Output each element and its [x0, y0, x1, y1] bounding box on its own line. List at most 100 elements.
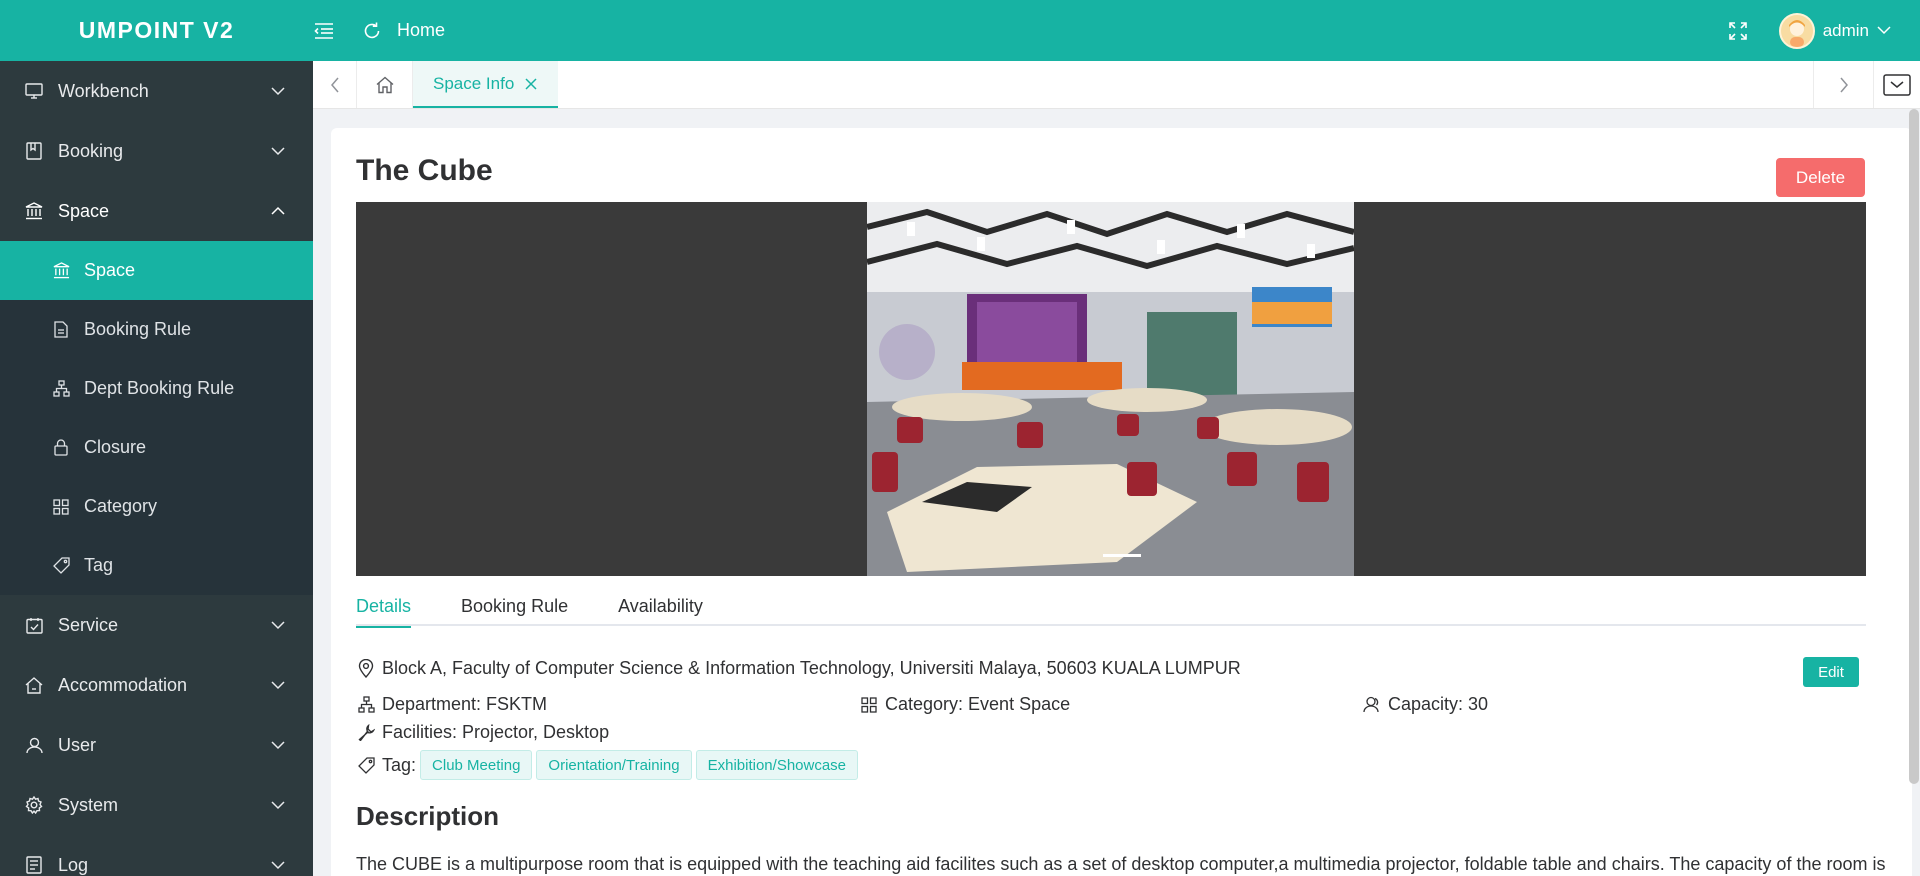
sidebar-subitem-closure[interactable]: Closure	[0, 418, 313, 477]
sidebar-item-service[interactable]: Service	[0, 595, 313, 655]
home-link[interactable]: Home	[397, 20, 445, 41]
sidebar-subitem-category[interactable]: Category	[0, 477, 313, 536]
top-header: UMPOINT V2 Home admin	[0, 0, 1920, 61]
sidebar-subitem-label: Dept Booking Rule	[84, 378, 235, 398]
sidebar-subitem-dept-booking-rule[interactable]: Dept Booking Rule	[0, 359, 313, 418]
grid-icon	[52, 498, 70, 516]
sidebar-subitem-space[interactable]: Space	[0, 241, 313, 300]
tab-label: Space Info	[433, 73, 515, 93]
sidebar-item-user[interactable]: User	[0, 715, 313, 775]
org-chart-icon	[52, 380, 70, 398]
grid-icon	[859, 695, 879, 715]
home-icon	[376, 76, 393, 93]
document-icon	[52, 321, 70, 339]
app-logo: UMPOINT V2	[78, 17, 235, 43]
tabs-dropdown-icon	[1883, 73, 1911, 96]
address-row: Block A, Faculty of Computer Science & I…	[356, 658, 1241, 679]
chevron-right-icon	[1839, 77, 1848, 92]
tab-details[interactable]: Details	[356, 586, 412, 628]
tabs-menu-button[interactable]	[1873, 61, 1920, 108]
chevron-down-icon	[271, 147, 285, 156]
close-icon[interactable]	[524, 77, 538, 91]
edit-button[interactable]: Edit	[1803, 657, 1859, 687]
category-row: Category: Event Space	[859, 694, 1070, 715]
tab-home[interactable]	[357, 61, 413, 108]
monitor-icon	[24, 81, 44, 101]
department-row: Department: FSKTM	[356, 694, 547, 715]
sidebar-item-system[interactable]: System	[0, 775, 313, 835]
log-icon	[24, 855, 44, 875]
description-heading: Description	[356, 801, 500, 831]
detail-tabs: Details Booking Rule Availability	[356, 586, 1866, 628]
page-scrollbar[interactable]	[1909, 109, 1919, 784]
user-icon	[24, 735, 44, 755]
bank-icon	[52, 262, 70, 280]
user-name[interactable]: admin	[1823, 21, 1869, 41]
department-text: Department: FSKTM	[382, 694, 548, 714]
delete-button[interactable]: Delete	[1776, 158, 1865, 197]
user-avatar[interactable]	[1778, 12, 1815, 49]
facilities-row: Facilities: Projector, Desktop	[356, 722, 609, 743]
tab-space-info[interactable]: Space Info	[413, 61, 559, 108]
tag-icon	[356, 755, 376, 775]
sidebar-item-label: Booking	[58, 140, 124, 161]
calendar-check-icon	[24, 615, 44, 635]
sidebar-item-booking[interactable]: Booking	[0, 121, 313, 181]
facilities-text: Facilities: Projector, Desktop	[382, 722, 610, 742]
chevron-down-icon	[271, 801, 285, 810]
book-icon	[24, 141, 44, 161]
sidebar-item-log[interactable]: Log	[0, 835, 313, 876]
chevron-down-icon	[271, 87, 285, 96]
carousel-indicator[interactable]	[1103, 554, 1141, 557]
address-text: Block A, Faculty of Computer Science & I…	[382, 658, 1241, 678]
tag-chip[interactable]: Club Meeting	[420, 750, 533, 780]
sidebar-subitem-tag[interactable]: Tag	[0, 536, 313, 595]
sidebar-item-label: Workbench	[58, 80, 149, 101]
sidebar-item-label: Service	[58, 614, 119, 635]
users-icon	[1362, 695, 1382, 715]
tags-row: Tag: Club Meeting Orientation/Training E…	[356, 750, 859, 780]
gear-icon	[24, 795, 44, 815]
tag-chip[interactable]: Exhibition/Showcase	[695, 750, 859, 780]
tab-booking-rule[interactable]: Booking Rule	[461, 586, 568, 626]
image-carousel[interactable]	[356, 202, 1866, 576]
wrench-icon	[356, 723, 376, 743]
tabs-scroll-right-button[interactable]	[1813, 61, 1873, 108]
chevron-up-icon	[271, 206, 285, 215]
refresh-icon[interactable]	[361, 20, 383, 42]
house-icon	[24, 675, 44, 695]
category-text: Category: Event Space	[885, 694, 1071, 714]
description-text: The CUBE is a multipurpose room that is …	[356, 854, 1886, 874]
sidebar-item-label: System	[58, 794, 119, 815]
fullscreen-icon[interactable]	[1727, 20, 1749, 42]
sidebar-item-label: Space	[58, 200, 110, 221]
collapse-menu-icon[interactable]	[313, 20, 335, 42]
tag-icon	[52, 557, 70, 575]
chevron-left-icon	[330, 77, 339, 92]
tag-chip[interactable]: Orientation/Training	[536, 750, 692, 780]
chevron-down-icon	[271, 861, 285, 870]
space-photo	[867, 202, 1354, 576]
space-info-card: The Cube Delete Details Booking Rule Ava…	[331, 128, 1912, 876]
tabs-scroll-left-button[interactable]	[313, 61, 357, 108]
chevron-down-icon	[271, 681, 285, 690]
chevron-down-icon	[271, 621, 285, 630]
sidebar-subitem-booking-rule[interactable]: Booking Rule	[0, 300, 313, 359]
sidebar-subitem-label: Booking Rule	[84, 319, 192, 339]
sidebar-item-label: Accommodation	[58, 674, 188, 695]
page-title: The Cube	[356, 154, 493, 187]
capacity-row: Capacity: 30	[1362, 694, 1488, 715]
sidebar-item-label: Log	[58, 854, 89, 875]
tabs-bar: Space Info	[313, 61, 1920, 109]
location-pin-icon	[356, 659, 376, 679]
sidebar-item-label: User	[58, 734, 97, 755]
sidebar: Workbench Booking Space Space Booking Ru…	[0, 61, 313, 876]
tag-label: Tag:	[382, 754, 417, 775]
capacity-text: Capacity: 30	[1388, 694, 1489, 714]
chevron-down-icon[interactable]	[1877, 22, 1891, 40]
sidebar-item-workbench[interactable]: Workbench	[0, 61, 313, 121]
sidebar-item-space[interactable]: Space	[0, 181, 313, 241]
tab-availability[interactable]: Availability	[618, 586, 703, 626]
sidebar-item-accommodation[interactable]: Accommodation	[0, 655, 313, 715]
sidebar-subitem-label: Space	[84, 260, 136, 280]
